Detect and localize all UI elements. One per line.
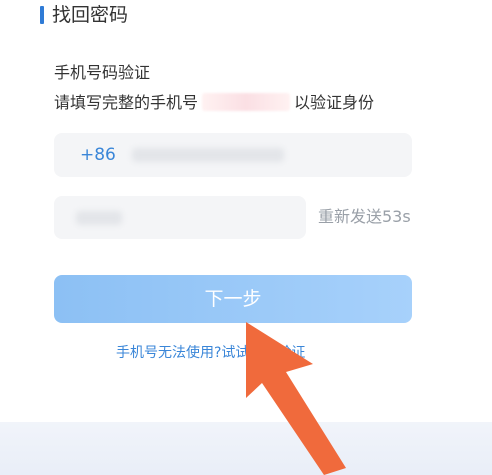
alternative-verification-link[interactable]: 手机号无法使用?试试辅助验证 [116,343,305,363]
verification-code-input[interactable] [54,196,306,239]
phone-number-value [132,148,284,162]
page-title: 找回密码 [52,4,129,26]
next-step-button[interactable]: 下一步 [54,275,412,323]
instruction-suffix: 以验证身份 [294,93,375,112]
resend-countdown: 重新发送53s [318,207,411,226]
instruction-text: 请填写完整的手机号 以验证身份 [54,92,374,114]
country-code[interactable]: +86 [80,144,116,166]
phone-input[interactable]: +86 [54,133,412,177]
title-accent-bar [40,6,44,24]
section-heading: 手机号码验证 [54,63,151,82]
masked-phone-number [202,93,291,111]
footer-band [0,422,492,475]
instruction-prefix: 请填写完整的手机号 [54,93,199,112]
verification-code-value [76,211,122,225]
